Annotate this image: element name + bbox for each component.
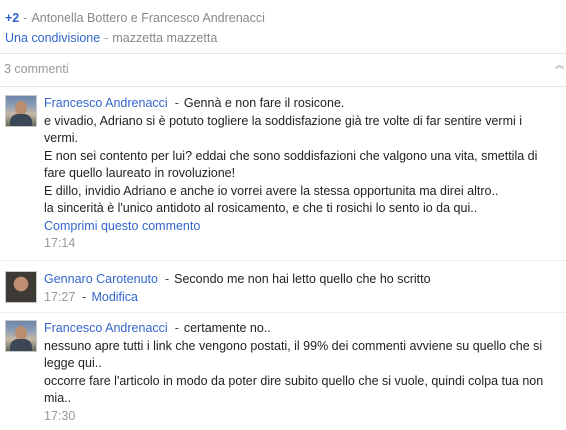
avatar-body <box>10 114 32 126</box>
plusones-row: +2- Antonella Bottero e Francesco Andrena… <box>5 11 265 25</box>
comment-line: nessuno apre tutti i link che vengono po… <box>44 338 543 353</box>
separator: - <box>23 11 28 25</box>
comment-line: mia.. <box>44 391 72 405</box>
collapse-comment-link[interactable]: Comprimi questo commento <box>44 218 560 236</box>
plus-count[interactable]: +2 <box>5 11 19 25</box>
comment-author[interactable]: Gennaro Carotenuto <box>44 272 158 286</box>
avatar-head <box>15 326 27 340</box>
avatar-head <box>15 101 27 115</box>
comment-content: Gennaro Carotenuto - Secondo me non hai le… <box>44 271 560 306</box>
double-chevron-up-icon[interactable]: ︽ <box>555 61 564 73</box>
plusone-names[interactable]: Antonella Bottero e Francesco Andrenacci <box>31 11 264 25</box>
comment-line: vermi. <box>44 131 79 145</box>
comment-line: legge qui.. <box>44 356 102 370</box>
comment-line: e vivadio, Adriano si è potuto togliere … <box>44 113 523 128</box>
avatar[interactable] <box>5 95 37 127</box>
divider <box>0 312 566 313</box>
divider <box>0 260 566 261</box>
separator: - <box>104 31 109 45</box>
comment-line: E dillo, invidio Adriano e anche io vorr… <box>44 183 499 198</box>
share-count-link[interactable]: Una condivisione <box>5 31 100 45</box>
comment-time[interactable]: 17:27 <box>44 290 75 304</box>
comment-time[interactable]: 17:30 <box>44 408 560 426</box>
sharer-name[interactable]: mazzetta mazzetta <box>112 31 217 45</box>
separator: - <box>82 289 87 304</box>
share-row: Una condivisione - mazzetta mazzetta <box>5 31 217 45</box>
comment-author[interactable]: Francesco Andrenacci <box>44 321 168 335</box>
comments-count[interactable]: 3 commenti <box>4 62 69 76</box>
comment-first-line: Secondo me non hai letto quello che ho s… <box>174 272 431 286</box>
comment-content: Francesco Andrenacci - certamente no.. nes… <box>44 320 560 425</box>
avatar[interactable] <box>5 271 37 303</box>
separator: - <box>174 321 179 335</box>
edit-link[interactable]: Modifica <box>91 290 138 304</box>
avatar-body <box>10 339 32 351</box>
comment-line: la sincerità è l'unico antidoto al rosic… <box>44 201 478 215</box>
divider <box>0 86 566 87</box>
avatar[interactable] <box>5 320 37 352</box>
comment-time[interactable]: 17:14 <box>44 235 560 253</box>
comment-line: fare quello laureato in rovoluzione! <box>44 166 236 180</box>
comment-content: Francesco Andrenacci - Gennà e non fare il… <box>44 95 560 253</box>
separator: - <box>174 96 179 110</box>
separator: - <box>164 272 170 286</box>
comment-line: occorre fare l'articolo in modo da poter… <box>44 373 544 388</box>
comment-first-line: Gennà e non fare il rosicone. <box>183 96 345 110</box>
comments-count-bar: 3 commenti ︽ <box>0 54 566 84</box>
share-header: +2- Antonella Bottero e Francesco Andrena… <box>0 0 566 50</box>
comment-author[interactable]: Francesco Andrenacci <box>44 96 168 110</box>
comment-first-line: certamente no.. <box>183 321 271 335</box>
comment-line: E non sei contento per lui? eddai che so… <box>44 148 538 163</box>
